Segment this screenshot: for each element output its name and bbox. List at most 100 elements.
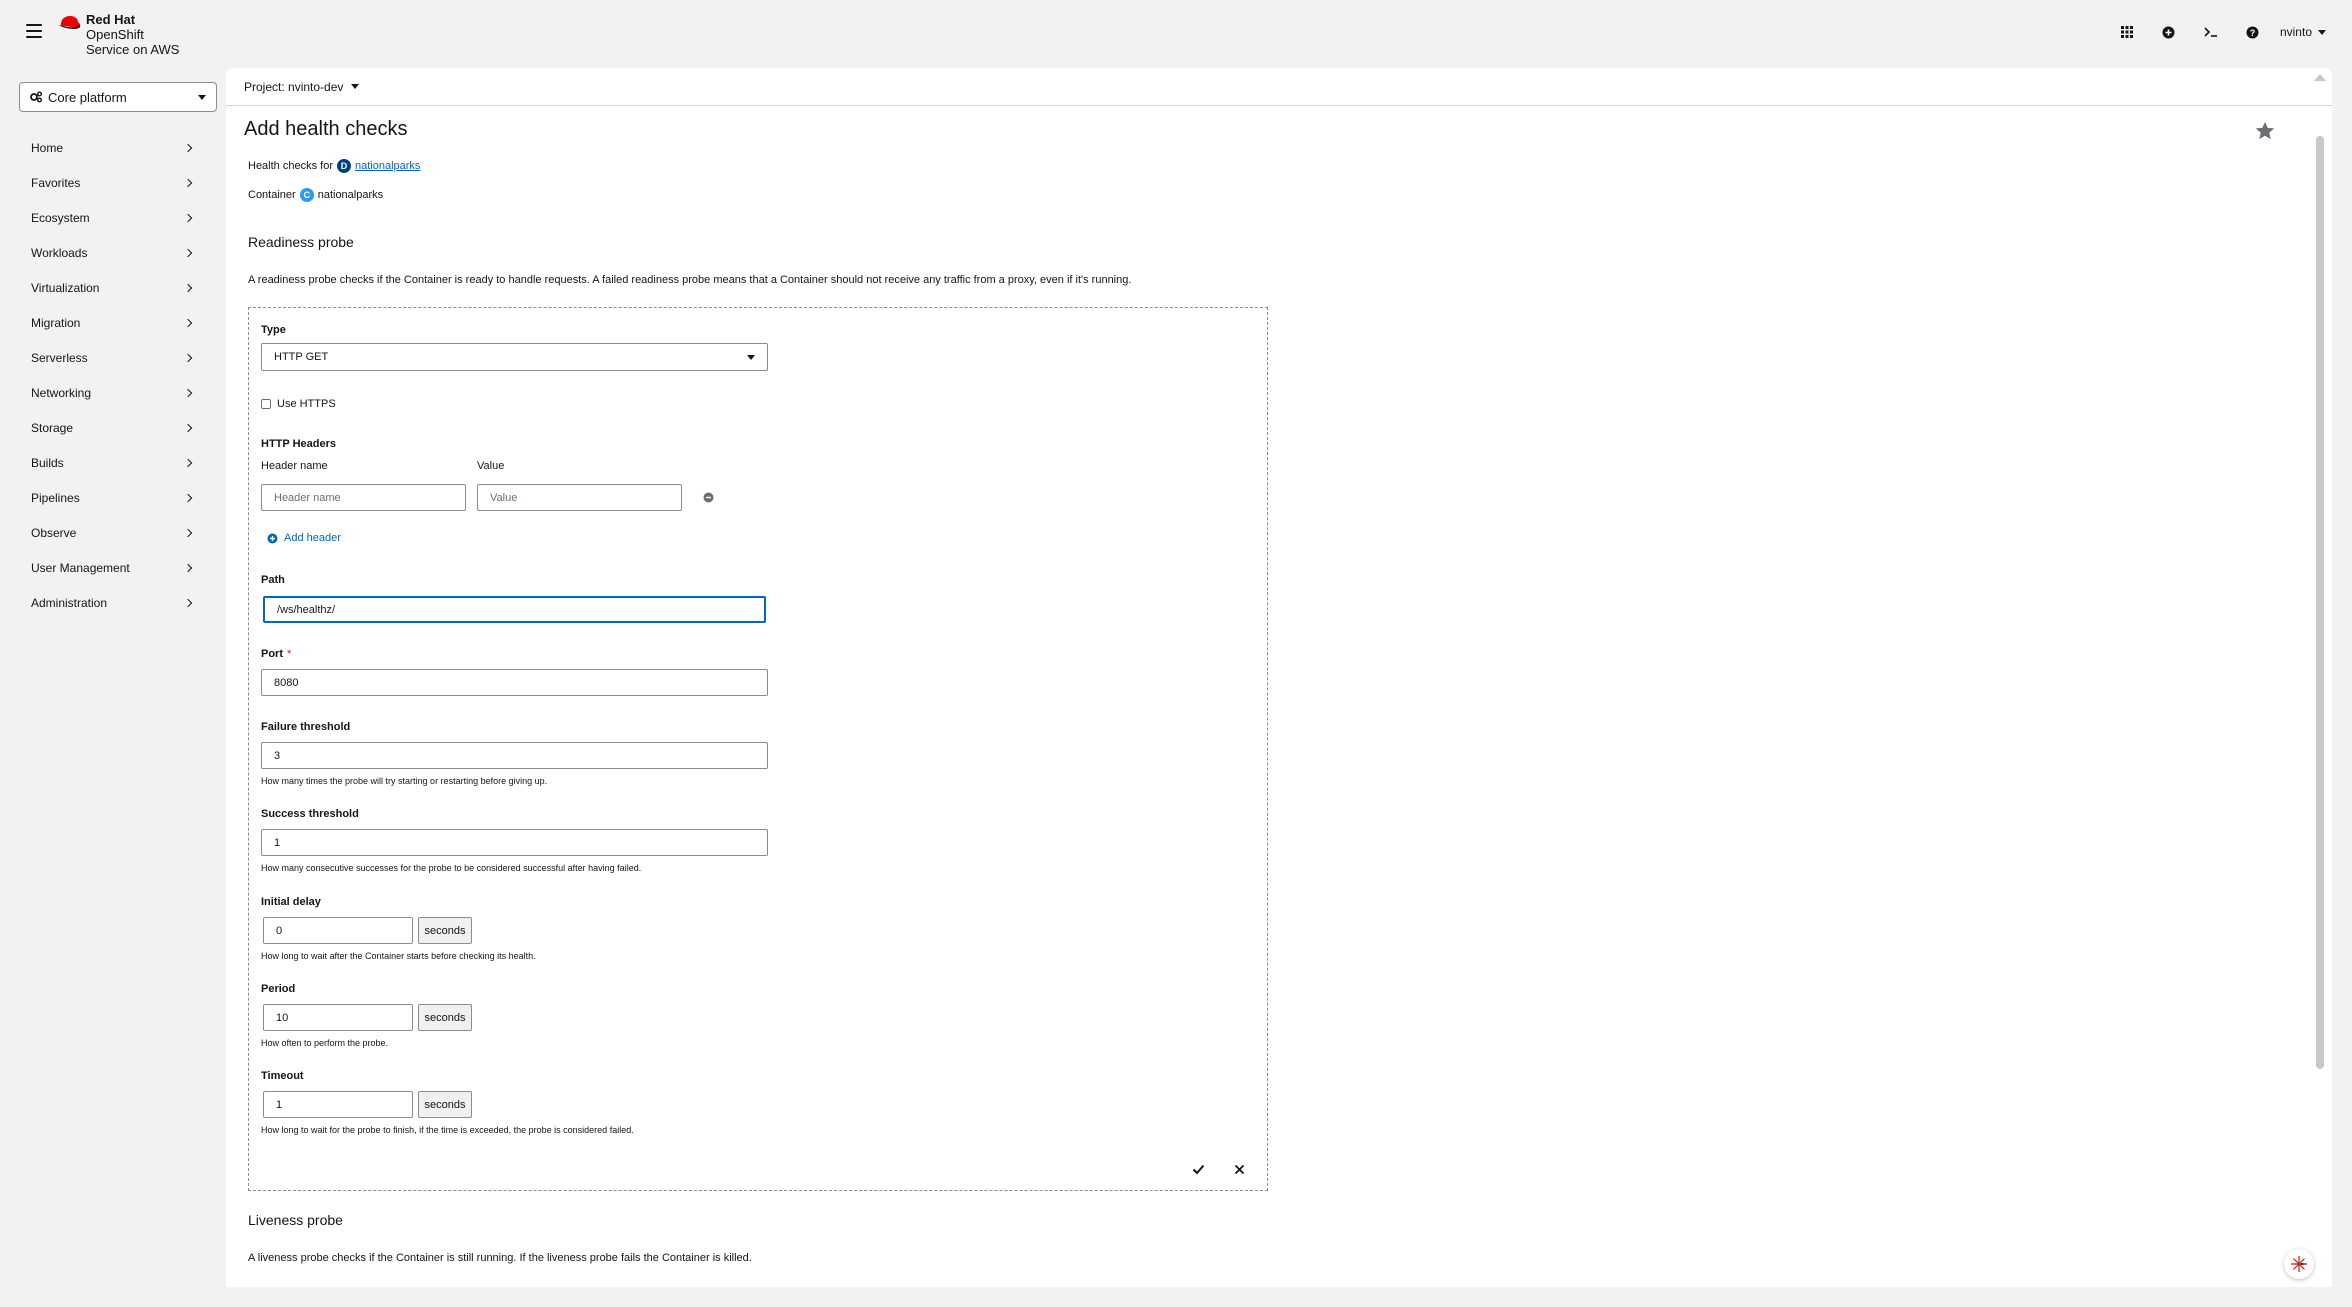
type-select-value: HTTP GET bbox=[274, 351, 329, 363]
period-label: Period bbox=[261, 983, 296, 995]
brand-line-3: Service on AWS bbox=[86, 42, 180, 57]
scroll-up-arrow-icon[interactable] bbox=[2314, 74, 2326, 81]
sidebar-item-administration[interactable]: Administration bbox=[0, 585, 226, 620]
health-checks-for-line: Health checks for D nationalparks bbox=[248, 159, 420, 173]
confirm-check-icon[interactable] bbox=[1192, 1164, 1205, 1175]
initial-delay-help: How long to wait after the Container sta… bbox=[261, 951, 536, 961]
chevron-right-icon bbox=[183, 143, 193, 152]
sidebar-item-builds[interactable]: Builds bbox=[0, 445, 226, 480]
caret-down-icon bbox=[747, 354, 755, 360]
caret-down-icon bbox=[198, 94, 206, 100]
container-badge: C bbox=[299, 188, 314, 202]
liveness-probe-description: A liveness probe checks if the Container… bbox=[248, 1252, 752, 1264]
health-checks-for-label: Health checks for bbox=[248, 160, 333, 172]
sidebar-item-home[interactable]: Home bbox=[0, 130, 226, 165]
scrollbar[interactable] bbox=[2314, 74, 2326, 1074]
user-menu-toggle[interactable]: nvinto bbox=[2280, 25, 2326, 39]
type-label: Type bbox=[261, 324, 286, 336]
add-header-label: Add header bbox=[284, 532, 341, 544]
chevron-right-icon bbox=[183, 493, 193, 502]
use-https-checkbox[interactable]: Use HTTPS bbox=[261, 398, 336, 410]
lightspeed-assistant-button[interactable] bbox=[2284, 1249, 2314, 1279]
initial-delay-input[interactable] bbox=[263, 917, 413, 944]
chevron-right-icon bbox=[183, 563, 193, 572]
header-name-input[interactable] bbox=[261, 484, 466, 511]
sidebar-item-workloads[interactable]: Workloads bbox=[0, 235, 226, 270]
app-launcher-grid-icon[interactable] bbox=[2106, 22, 2148, 42]
timeout-help: How long to wait for the probe to finish… bbox=[261, 1125, 634, 1135]
red-hat-logo-icon bbox=[59, 16, 81, 29]
chevron-right-icon bbox=[183, 388, 193, 397]
help-question-icon[interactable]: ? bbox=[2232, 22, 2274, 42]
sidebar-item-label: Storage bbox=[31, 420, 74, 435]
sidebar-item-storage[interactable]: Storage bbox=[0, 410, 226, 445]
sidebar-item-serverless[interactable]: Serverless bbox=[0, 340, 226, 375]
main-content: Project: nvinto-dev Add health checks He… bbox=[226, 68, 2332, 1287]
user-name: nvinto bbox=[2279, 25, 2312, 39]
sidebar-item-pipelines[interactable]: Pipelines bbox=[0, 480, 226, 515]
sidebar-item-ecosystem[interactable]: Ecosystem bbox=[0, 200, 226, 235]
initial-delay-unit: seconds bbox=[418, 917, 472, 944]
liveness-probe-title: Liveness probe bbox=[248, 1212, 343, 1228]
sidebar-item-label: Ecosystem bbox=[31, 210, 90, 225]
initial-delay-label: Initial delay bbox=[261, 896, 321, 908]
sidebar-item-observe[interactable]: Observe bbox=[0, 515, 226, 550]
sidebar-item-virtualization[interactable]: Virtualization bbox=[0, 270, 226, 305]
quick-create-plus-icon[interactable] bbox=[2148, 22, 2190, 42]
checkbox-box[interactable] bbox=[261, 399, 271, 409]
sidebar-item-label: Migration bbox=[31, 315, 81, 330]
readiness-probe-title: Readiness probe bbox=[248, 234, 354, 250]
sidebar-item-label: Virtualization bbox=[31, 280, 100, 295]
chevron-right-icon bbox=[183, 248, 193, 257]
failure-threshold-input[interactable] bbox=[261, 742, 768, 769]
path-input[interactable] bbox=[263, 596, 766, 623]
chevron-right-icon bbox=[183, 283, 193, 292]
sidebar: Core platform Home Favorites Ecosystem W… bbox=[0, 66, 226, 1307]
period-help: How often to perform the probe. bbox=[261, 1038, 389, 1048]
cancel-close-icon[interactable] bbox=[1234, 1164, 1245, 1175]
masthead-toolbar: ? nvinto bbox=[2106, 22, 2326, 42]
scrollbar-thumb[interactable] bbox=[2316, 136, 2324, 1069]
terminal-icon[interactable] bbox=[2190, 22, 2232, 42]
port-label: Port * bbox=[261, 648, 291, 660]
nav-list: Home Favorites Ecosystem Workloads Virtu… bbox=[0, 130, 226, 620]
port-label-text: Port bbox=[261, 648, 283, 660]
sidebar-item-label: Favorites bbox=[31, 175, 81, 190]
type-select[interactable]: HTTP GET bbox=[261, 343, 768, 371]
deployment-link[interactable]: nationalparks bbox=[355, 160, 420, 172]
project-bar: Project: nvinto-dev bbox=[226, 68, 2332, 106]
chevron-right-icon bbox=[183, 318, 193, 327]
failure-threshold-label: Failure threshold bbox=[261, 721, 351, 733]
perspective-switcher[interactable]: Core platform bbox=[19, 82, 217, 112]
sidebar-item-migration[interactable]: Migration bbox=[0, 305, 226, 340]
period-unit: seconds bbox=[418, 1004, 472, 1031]
hamburger-menu-icon[interactable] bbox=[26, 24, 42, 38]
caret-down-icon bbox=[351, 84, 360, 89]
header-value-input[interactable] bbox=[477, 484, 682, 511]
success-threshold-label: Success threshold bbox=[261, 808, 359, 820]
readiness-probe-description: A readiness probe checks if the Containe… bbox=[248, 274, 1132, 286]
chevron-right-icon bbox=[183, 423, 193, 432]
chevron-right-icon bbox=[183, 528, 193, 537]
use-https-label: Use HTTPS bbox=[277, 398, 336, 410]
timeout-input[interactable] bbox=[263, 1091, 413, 1118]
sidebar-item-favorites[interactable]: Favorites bbox=[0, 165, 226, 200]
container-label: Container bbox=[248, 189, 296, 201]
sidebar-item-user-management[interactable]: User Management bbox=[0, 550, 226, 585]
svg-text:?: ? bbox=[2250, 27, 2256, 37]
gears-icon bbox=[30, 91, 42, 103]
sidebar-item-networking[interactable]: Networking bbox=[0, 375, 226, 410]
remove-header-minus-icon[interactable] bbox=[703, 492, 714, 503]
chevron-right-icon bbox=[183, 353, 193, 362]
favorite-star-icon[interactable] bbox=[2254, 120, 2276, 142]
add-header-button[interactable]: Add header bbox=[267, 532, 341, 544]
sidebar-item-label: Home bbox=[31, 140, 64, 155]
brand-line-1: Red Hat bbox=[86, 12, 136, 27]
project-selector[interactable]: Project: nvinto-dev bbox=[244, 80, 360, 94]
port-input[interactable] bbox=[261, 669, 768, 696]
sparkle-assistant-icon bbox=[2291, 1256, 2307, 1272]
timeout-label: Timeout bbox=[261, 1070, 304, 1082]
period-input[interactable] bbox=[263, 1004, 413, 1031]
container-line: Container C nationalparks bbox=[248, 188, 383, 202]
success-threshold-input[interactable] bbox=[261, 829, 768, 856]
